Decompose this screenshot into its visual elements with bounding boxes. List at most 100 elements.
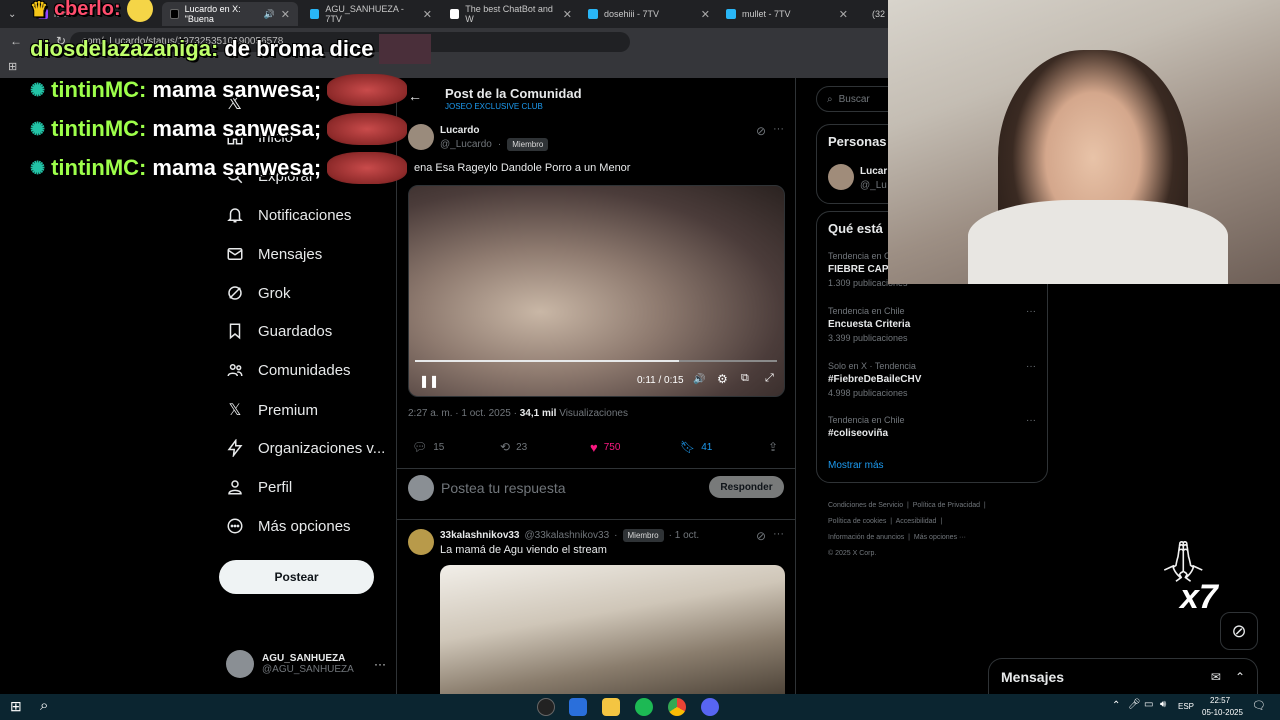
nav-mas-opciones[interactable]: Más opciones: [226, 517, 351, 535]
trend-item[interactable]: Tendencia en Chile Encuesta Criteria 3.3…: [828, 306, 1038, 343]
windows-start-icon[interactable]: ⊞: [10, 698, 22, 715]
people-title: Personas: [828, 134, 887, 149]
grok-icon[interactable]: ⊘: [756, 124, 766, 138]
reply-button[interactable]: Responder: [709, 476, 784, 498]
more-icon[interactable]: ···: [773, 528, 784, 540]
post-handle[interactable]: @_Lucardo: [440, 139, 492, 150]
tab-4[interactable]: dosehiii - 7TV ✕: [580, 2, 718, 26]
bookmark-action[interactable]: 🔖︎ 41: [680, 440, 712, 454]
nav-label: Organizaciones v...: [258, 439, 386, 457]
more-icon[interactable]: ···: [1026, 306, 1036, 317]
post-button[interactable]: Postear: [219, 560, 374, 594]
folder-icon[interactable]: [602, 698, 620, 716]
more-icon[interactable]: ···: [1026, 415, 1036, 426]
reply-action[interactable]: 💬︎ 15: [412, 440, 444, 454]
footer-link[interactable]: Más opciones ···: [914, 534, 966, 541]
nav-perfil[interactable]: Perfil: [226, 478, 292, 496]
clock-time[interactable]: 22:57: [1210, 696, 1230, 705]
reply-image[interactable]: [440, 565, 785, 694]
trend-item[interactable]: Tendencia en Chile #coliseoviña ···: [828, 415, 1038, 439]
trend-item[interactable]: Solo en X · Tendencia #FiebreDeBaileCHV …: [828, 361, 1038, 398]
tab-6[interactable]: (32: [858, 2, 890, 26]
fullscreen-icon[interactable]: ⤢: [765, 372, 774, 385]
app-icon[interactable]: [537, 698, 555, 716]
tab-search-button[interactable]: ⌄: [0, 2, 26, 26]
show-more-link[interactable]: Mostrar más: [828, 460, 884, 471]
picture-in-picture-icon[interactable]: ⧉: [741, 372, 749, 385]
nav-premium[interactable]: 𝕏 Premium: [226, 400, 318, 420]
microphone-icon[interactable]: 🎤︎: [1128, 699, 1141, 710]
mail-icon: [227, 248, 243, 260]
notifications-icon[interactable]: 🗨︎: [1252, 699, 1266, 712]
new-message-icon[interactable]: ✉: [1211, 670, 1221, 684]
grok-float-button[interactable]: ⊘: [1220, 612, 1258, 650]
more-icon[interactable]: ···: [374, 657, 386, 671]
volume-icon[interactable]: 🔊: [693, 374, 705, 385]
video-player[interactable]: ❚❚ 0:11 / 0:15 🔊 ⚙ ⧉ ⤢: [408, 185, 785, 397]
nav-label: Mensajes: [258, 245, 323, 263]
chevron-up-icon[interactable]: ⌃: [1235, 670, 1245, 684]
crown-icon: ♛: [30, 0, 48, 21]
account-handle: @AGU_SANHUEZA: [262, 664, 354, 675]
close-icon[interactable]: ✕: [839, 8, 848, 21]
spotify-icon[interactable]: [635, 698, 653, 716]
grok-icon[interactable]: ⊘: [756, 529, 766, 543]
reply-input[interactable]: Postea tu respuesta: [441, 480, 566, 496]
reply-handle[interactable]: @33kalashnikov33: [525, 530, 610, 541]
tab-5[interactable]: mullet - 7TV ✕: [718, 2, 856, 26]
tab-3[interactable]: The best ChatBot and W ✕: [442, 2, 580, 26]
settings-icon[interactable]: ⚙: [717, 372, 728, 386]
share-action[interactable]: ⇪: [768, 440, 778, 454]
tab-1[interactable]: Lucardo en X: "Buena 🔊 ✕: [162, 2, 298, 26]
reply-author[interactable]: 33kalashnikov33: [440, 530, 520, 541]
like-action[interactable]: ♥ 750: [590, 440, 620, 455]
post-author[interactable]: Lucardo: [440, 125, 479, 136]
community-link[interactable]: JOSEO EXCLUSIVE CLUB: [445, 102, 543, 111]
close-icon[interactable]: ✕: [701, 8, 710, 21]
network-icon[interactable]: ▭: [1144, 699, 1153, 710]
person-name[interactable]: Lucar: [860, 166, 887, 177]
post-timestamp[interactable]: 2:27 a. m. · 1 oct. 2025 ·: [408, 408, 520, 419]
store-icon[interactable]: [569, 698, 587, 716]
footer-link[interactable]: Información de anuncios: [828, 534, 904, 541]
nav-comunidades[interactable]: Comunidades: [226, 361, 351, 379]
account-switcher[interactable]: AGU_SANHUEZA @AGU_SANHUEZA ···: [226, 648, 386, 680]
more-icon[interactable]: ···: [773, 123, 784, 135]
discord-icon[interactable]: [701, 698, 719, 716]
footer-link[interactable]: Condiciones de Servicio: [828, 502, 903, 509]
audio-icon[interactable]: 🔊: [264, 9, 275, 20]
avatar[interactable]: [408, 529, 434, 555]
back-arrow-icon[interactable]: ←: [408, 88, 422, 104]
nav-guardados[interactable]: Guardados: [226, 322, 332, 340]
volume-icon[interactable]: 🔊︎: [1160, 699, 1166, 710]
close-icon[interactable]: ✕: [563, 8, 572, 21]
tab-2[interactable]: AGU_SANHUEZA - 7TV ✕: [302, 2, 440, 26]
search-icon[interactable]: ⌕: [40, 697, 48, 714]
close-icon[interactable]: ✕: [423, 8, 432, 21]
footer-link[interactable]: Política de cookies: [828, 518, 886, 525]
avatar[interactable]: [408, 124, 434, 150]
x-logo-icon: 𝕏: [228, 402, 242, 419]
video-progress-track[interactable]: [415, 360, 777, 362]
messages-drawer[interactable]: Mensajes ✉ ⌃: [988, 658, 1258, 694]
footer-link[interactable]: Accesibilidad: [896, 518, 937, 525]
nav-grok[interactable]: Grok: [226, 284, 291, 302]
pause-icon[interactable]: ❚❚: [419, 374, 439, 388]
clock-date[interactable]: 05-10-2025: [1202, 708, 1243, 717]
nav-mensajes[interactable]: Mensajes: [226, 245, 322, 263]
back-arrow-icon[interactable]: ←: [10, 34, 22, 48]
apps-grid-icon[interactable]: ⊞: [8, 60, 17, 73]
nav-notificaciones[interactable]: Notificaciones: [226, 206, 351, 224]
footer-link[interactable]: Política de Privacidad: [913, 502, 980, 509]
nav-organizaciones[interactable]: Organizaciones v...: [226, 439, 385, 457]
chevron-up-icon[interactable]: ⌃: [1112, 700, 1120, 711]
repost-action[interactable]: ⟲ 23: [500, 440, 527, 454]
language-indicator[interactable]: ESP: [1178, 702, 1194, 711]
reply-date[interactable]: · 1 oct.: [669, 530, 700, 541]
bookmark-icon: [229, 323, 241, 340]
avatar[interactable]: [828, 164, 854, 190]
close-icon[interactable]: ✕: [281, 8, 290, 21]
chrome-icon[interactable]: [668, 698, 686, 716]
bookmark-icon: 🔖︎: [680, 440, 696, 454]
more-icon[interactable]: ···: [1026, 361, 1036, 372]
